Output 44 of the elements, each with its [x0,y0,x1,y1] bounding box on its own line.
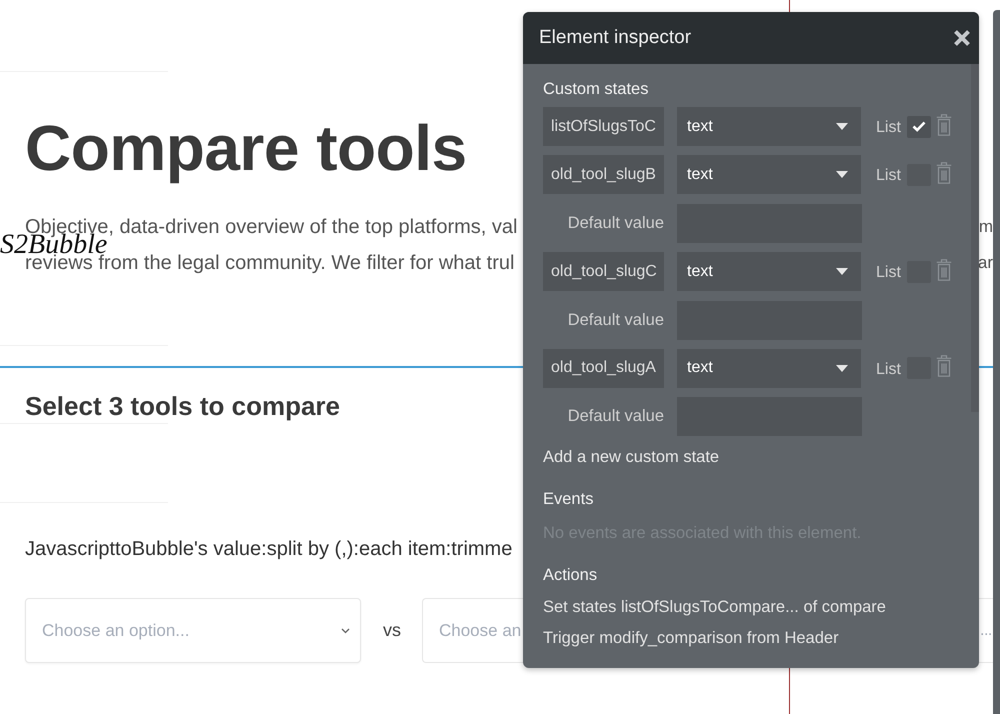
section-heading: Actions [543,564,598,586]
inspector-title: Element inspector [539,27,692,49]
list-label: List [876,360,901,379]
type-dropdown[interactable]: text [677,107,861,146]
caret-icon [836,123,848,130]
default-value-label: Default value [566,214,664,233]
add-state-link[interactable]: Add a new custom state [543,446,720,468]
list-checkbox[interactable] [906,116,931,138]
expression-text: JavascripttoBubble's value:split by (,):each item:trimme [25,537,512,562]
scrollbar-thumb[interactable] [971,64,979,412]
type-dropdown[interactable]: text [677,155,861,194]
default-value-label: Default value [566,310,664,330]
trash-icon[interactable] [936,258,952,281]
intro-text-fragment: m [978,218,993,236]
page-title: Compare tools [25,111,467,186]
trash-icon[interactable] [936,355,952,378]
caret-icon [836,171,848,178]
section-title: Select 3 tools to compare [25,390,340,423]
intro-text: Objective, data-driven overview of the top platforms, val [25,218,518,236]
checkmark-icon [912,121,926,132]
default-value-label: Default value [566,407,664,426]
intro-text-fragment: ar [978,254,993,272]
state-name-field[interactable]: old_tool_slugB [543,155,664,194]
list-label: List [876,167,901,186]
type-dropdown[interactable]: text [677,252,861,292]
state-name-field[interactable]: listOfSlugsToC [543,107,664,146]
type-dropdown[interactable]: text [677,348,861,388]
list-label: List [876,119,901,137]
vs-text: vs [383,620,401,641]
element-label: S2Bubble [0,236,108,254]
state-name-field[interactable]: old_tool_slugC [543,252,664,292]
list-label: List [876,264,901,282]
action-item[interactable]: Trigger modify_comparison from Header [543,626,839,649]
state-name-field[interactable]: old_tool_slugA [543,348,664,388]
chevron-icon [341,628,350,634]
section-heading: Custom states [543,79,648,100]
intro-text: reviews from the legal community. We filter for what trul [25,254,514,272]
caret-icon [836,364,848,372]
action-item[interactable]: Set states listOfSlugsToCompare... of compare [543,596,886,618]
close-icon[interactable] [953,29,971,47]
trash-icon[interactable] [936,162,952,184]
trash-icon[interactable] [936,114,952,136]
caret-icon [836,268,848,276]
section-heading: Events [543,488,594,510]
